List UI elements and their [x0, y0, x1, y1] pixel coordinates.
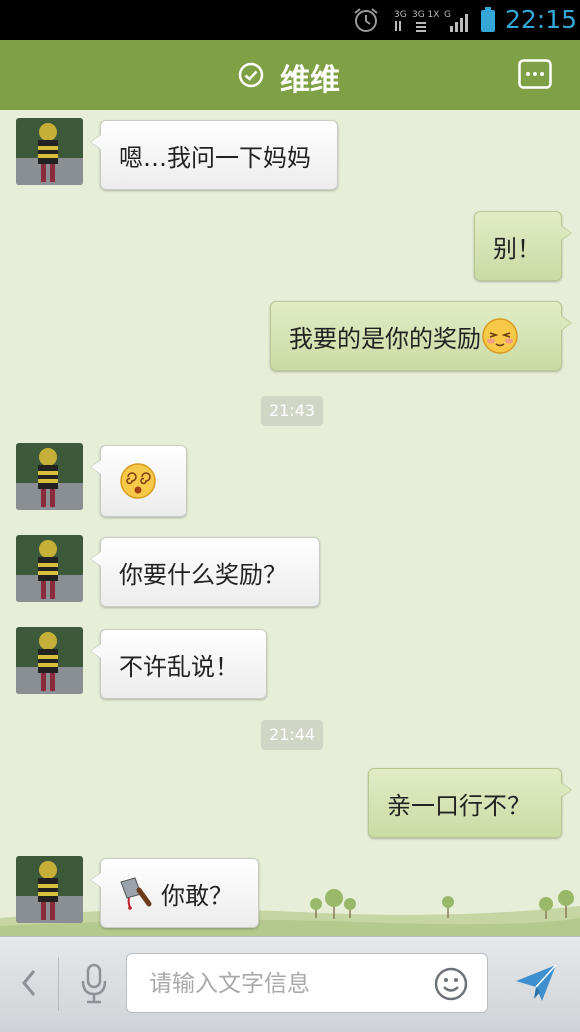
contact-avatar[interactable]: [16, 856, 83, 923]
message-bubble-outgoing[interactable]: 亲一口行不？: [368, 768, 572, 838]
message-input[interactable]: [147, 968, 411, 1000]
smiley-icon[interactable]: [433, 966, 469, 1002]
svg-text:3G: 3G: [394, 10, 407, 20]
message-bubble-incoming[interactable]: 不许乱说！: [90, 629, 267, 699]
message-text: 我要的是你的奖励: [289, 324, 481, 353]
svg-text:3G 1X: 3G 1X: [412, 10, 439, 20]
divider: [58, 957, 59, 1011]
contact-avatar[interactable]: [16, 118, 83, 185]
message-bubble-incoming[interactable]: [90, 445, 187, 517]
message-bubble-outgoing[interactable]: 我要的是你的奖励: [270, 301, 572, 371]
message-text: 你要什么奖励？: [119, 560, 287, 589]
contact-avatar[interactable]: [16, 535, 83, 602]
message-text: 嗯…我问一下妈妈: [119, 143, 311, 172]
message-bubble-incoming[interactable]: 嗯…我问一下妈妈: [90, 120, 338, 190]
more-options-icon[interactable]: [518, 59, 552, 89]
contact-avatar[interactable]: [16, 443, 83, 510]
status-bar: 3G 3G 1X G 22:15: [0, 0, 580, 40]
message-bubble-incoming[interactable]: 你要什么奖励？: [90, 537, 320, 607]
chevron-left-icon[interactable]: [18, 965, 40, 1001]
message-text: 别！: [493, 234, 541, 263]
contact-avatar[interactable]: [16, 627, 83, 694]
message-list[interactable]: 嗯…我问一下妈妈 别！ 我要的是你的奖励 21:43 你要什么奖励？ 不许乱说！…: [0, 110, 580, 936]
message-input-bar: [0, 936, 580, 1032]
svg-text:G: G: [444, 10, 451, 20]
message-bubble-incoming[interactable]: 你敢？: [90, 858, 259, 928]
shy-face-emoji: [482, 318, 518, 354]
microphone-icon[interactable]: [78, 963, 110, 1005]
signal-strength-icon: 3G 3G 1X G: [394, 10, 468, 32]
message-text: 不许乱说！: [119, 652, 239, 681]
background-scenery: [0, 889, 580, 936]
dizzy-face-emoji: [120, 463, 156, 499]
message-input-container: [126, 953, 488, 1013]
alarm-clock-icon: [354, 8, 378, 32]
timestamp: 21:44: [261, 720, 324, 750]
timestamp: 21:43: [261, 396, 324, 426]
message-text: 亲一口行不？: [387, 791, 531, 820]
check-circle-icon: [238, 62, 264, 88]
cleaver-icon: [120, 877, 152, 910]
battery-icon: [481, 7, 495, 32]
clock-time: 22:15: [505, 5, 578, 34]
contact-name: 维维: [280, 63, 340, 98]
message-bubble-outgoing[interactable]: 别！: [474, 211, 572, 281]
chat-header: 维维: [0, 40, 580, 113]
send-icon[interactable]: [512, 959, 560, 1007]
message-text: 你敢？: [161, 881, 233, 910]
